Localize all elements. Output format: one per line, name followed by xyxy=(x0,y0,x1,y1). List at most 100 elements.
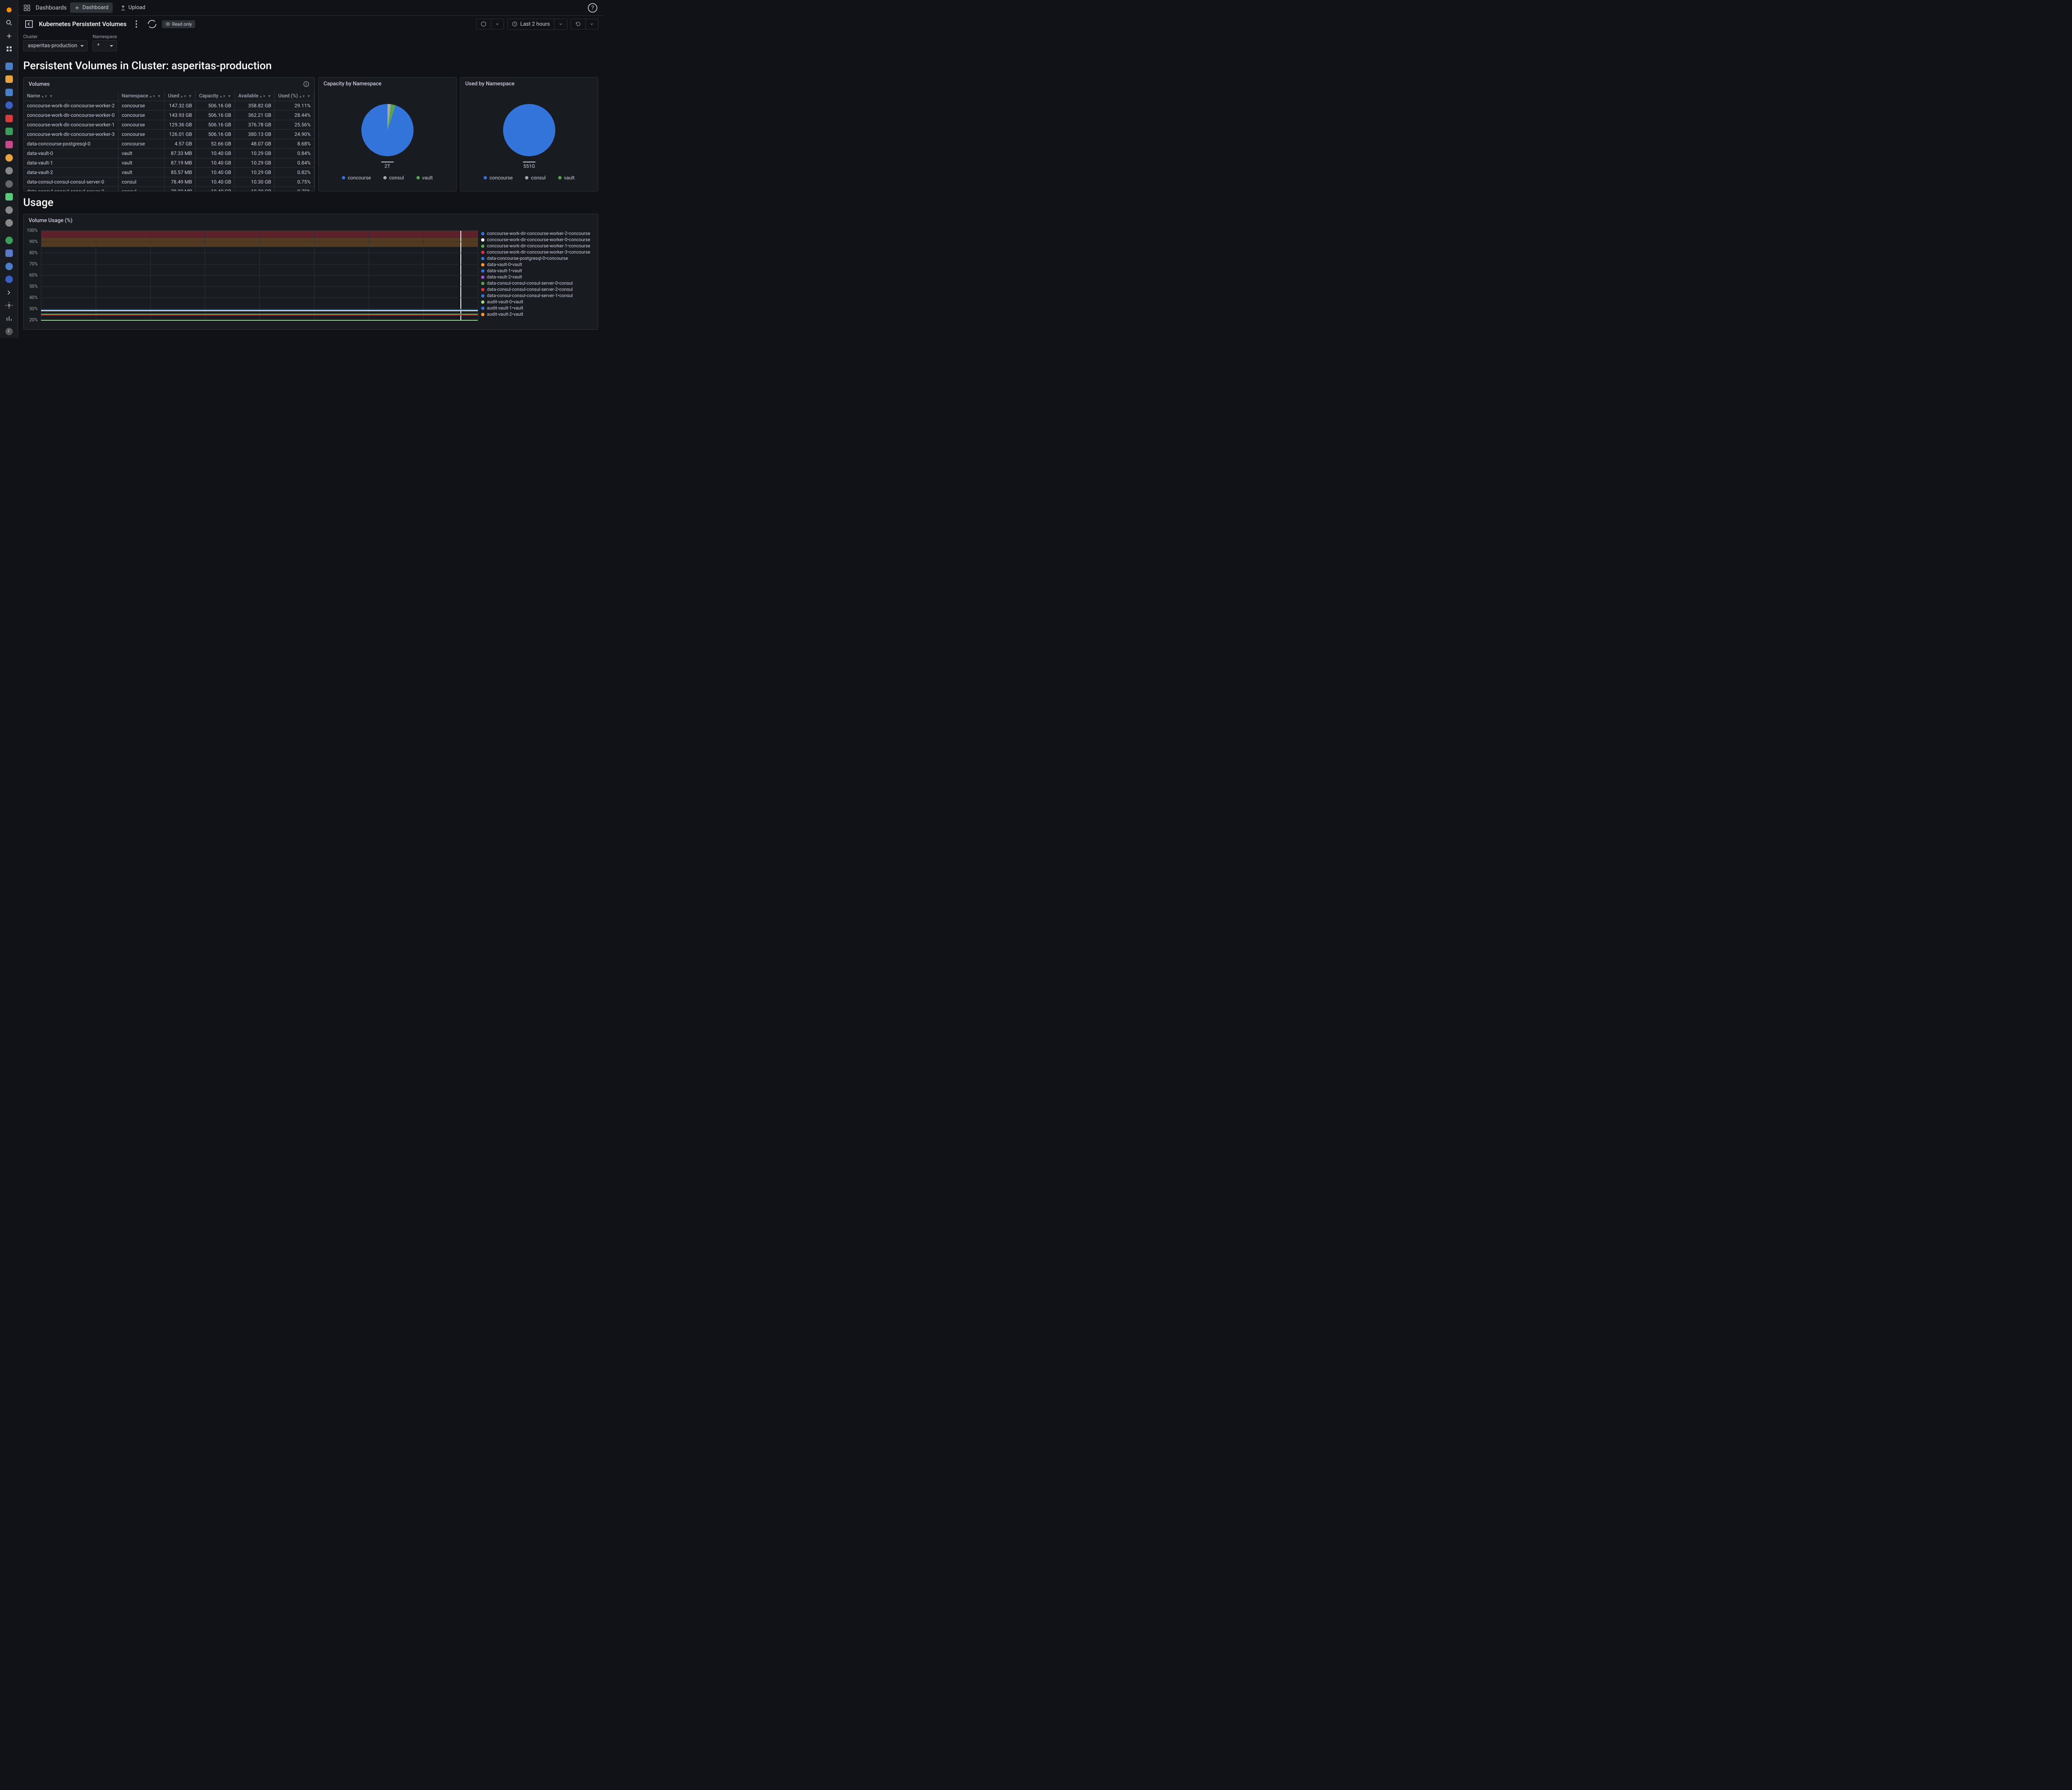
nav-item-10-icon[interactable] xyxy=(3,179,15,189)
chart-series-line xyxy=(41,314,478,315)
help-icon[interactable]: ? xyxy=(587,2,598,14)
nav-item-5-icon[interactable] xyxy=(3,114,15,123)
table-row[interactable]: data-vault-2vault85.57 MB10.40 GB10.29 G… xyxy=(24,168,314,177)
legend-item[interactable]: data-consul-consul-consul-server-1•consu… xyxy=(481,293,595,299)
column-header[interactable]: Used▲▼▼ xyxy=(165,91,196,101)
nav-item-12-icon[interactable] xyxy=(3,205,15,215)
refresh-icon xyxy=(575,21,581,27)
legend-item[interactable]: vault xyxy=(416,175,433,181)
apps-icon[interactable] xyxy=(3,44,15,54)
legend-item[interactable]: concourse-work-dir-concourse-worker-2•co… xyxy=(481,230,595,237)
table-row[interactable]: concourse-work-dir-concourse-worker-0con… xyxy=(24,111,314,120)
table-row[interactable]: data-consul-consul-consul-server-2consul… xyxy=(24,187,314,191)
usage-legend: concourse-work-dir-concourse-worker-2•co… xyxy=(478,227,598,328)
capacity-panel: Capacity by Namespace 2T concourseconsul… xyxy=(318,77,457,191)
eye-icon xyxy=(165,22,170,27)
nav-item-11-icon[interactable] xyxy=(3,192,15,202)
search-icon[interactable] xyxy=(3,18,15,28)
cluster-filter-select[interactable]: asperitas-production xyxy=(23,40,87,51)
plus-icon xyxy=(74,5,80,11)
y-axis-tick: 30% xyxy=(29,306,38,312)
legend-item[interactable]: audit-vault-2•vault xyxy=(481,311,595,317)
nav-item-2-icon[interactable] xyxy=(3,75,15,85)
time-range-picker[interactable]: Last 2 hours xyxy=(507,19,567,30)
plus-icon[interactable] xyxy=(3,31,15,41)
nav-item-6-icon[interactable] xyxy=(3,127,15,137)
nav-item-8-icon[interactable] xyxy=(3,153,15,163)
back-icon[interactable] xyxy=(23,18,35,30)
stats-icon[interactable] xyxy=(3,314,15,324)
legend-item[interactable]: concourse-work-dir-concourse-worker-0•co… xyxy=(481,237,595,243)
usage-chart: 100%90%80%70%60%50%40%30%20% xyxy=(24,227,478,328)
dashboard-grid-icon xyxy=(23,4,31,12)
legend-item[interactable]: audit-vault-0•vault xyxy=(481,299,595,305)
nav-item-15-icon[interactable] xyxy=(3,248,15,258)
topbar: Dashboards Dashboard Upload ? xyxy=(18,0,603,16)
legend-item[interactable]: concourse xyxy=(342,175,371,181)
legend-item[interactable]: data-vault-1•vault xyxy=(481,268,595,274)
legend-item[interactable]: concourse-work-dir-concourse-worker-1•co… xyxy=(481,243,595,249)
used-total: 551G xyxy=(523,162,535,169)
new-dashboard-button[interactable]: Dashboard xyxy=(70,2,113,13)
column-header[interactable]: Available▲▼▼ xyxy=(235,91,275,101)
legend-item[interactable]: vault xyxy=(558,175,575,181)
table-row[interactable]: concourse-work-dir-concourse-worker-3con… xyxy=(24,130,314,139)
legend-item[interactable]: concourse xyxy=(484,175,513,181)
expand-icon[interactable] xyxy=(3,288,15,298)
y-axis-tick: 80% xyxy=(29,250,38,256)
info-icon[interactable] xyxy=(303,81,310,87)
nav-item-14-icon[interactable] xyxy=(3,235,15,245)
nav-item-7-icon[interactable] xyxy=(3,140,15,150)
panel-title: Used by Namespace xyxy=(465,81,515,87)
y-axis-tick: 100% xyxy=(27,228,38,233)
nav-item-13-icon[interactable] xyxy=(3,218,15,228)
table-row[interactable]: concourse-work-dir-concourse-worker-2con… xyxy=(24,101,314,111)
namespace-filter-label: Namespace xyxy=(92,34,117,39)
refresh-control[interactable] xyxy=(571,19,598,29)
namespace-filter-select[interactable]: * xyxy=(92,40,117,51)
legend-item[interactable]: audit-vault-1•vault xyxy=(481,305,595,311)
column-header[interactable]: Namespace▲▼▼ xyxy=(118,91,165,101)
logo-icon[interactable] xyxy=(3,5,15,15)
column-header[interactable]: Name▲▼▼ xyxy=(24,91,118,101)
breadcrumb[interactable]: Dashboards xyxy=(36,5,67,11)
nav-item-4-icon[interactable] xyxy=(3,101,15,111)
panel-title: Volumes xyxy=(29,81,50,87)
legend-item[interactable]: data-concourse-postgresql-0•concourse xyxy=(481,255,595,261)
clock-icon xyxy=(512,21,518,27)
nav-item-3-icon[interactable] xyxy=(3,87,15,97)
legend-item[interactable]: consul xyxy=(525,175,545,181)
legend-item[interactable]: data-consul-consul-consul-server-2•consu… xyxy=(481,286,595,293)
chevron-down-icon xyxy=(559,22,563,26)
chart-series-line xyxy=(41,310,478,311)
nav-item-16-icon[interactable] xyxy=(3,261,15,271)
sidebar: F xyxy=(0,0,18,338)
panel-title: Volume Usage (%) xyxy=(29,218,73,224)
legend-item[interactable]: concourse-work-dir-concourse-worker-3•co… xyxy=(481,249,595,255)
more-icon[interactable] xyxy=(131,18,142,30)
sync-icon[interactable] xyxy=(146,18,158,30)
panel-type-selector[interactable] xyxy=(476,19,504,29)
legend-item[interactable]: data-vault-0•vault xyxy=(481,261,595,268)
volumes-panel: Volumes Name▲▼▼Namespace▲▼▼Used▲▼▼Capaci… xyxy=(23,77,315,191)
column-header[interactable]: Used (%)▲▼▼ xyxy=(275,91,314,101)
cluster-filter-label: Cluster xyxy=(23,34,87,39)
nav-item-9-icon[interactable] xyxy=(3,166,15,176)
avatar-icon[interactable]: F xyxy=(3,327,15,337)
table-row[interactable]: data-vault-0vault87.33 MB10.40 GB10.29 G… xyxy=(24,149,314,158)
nav-item-1-icon[interactable] xyxy=(3,61,15,71)
nav-item-17-icon[interactable] xyxy=(3,274,15,284)
variable-filters: Cluster asperitas-production Namespace * xyxy=(18,32,603,56)
table-row[interactable]: data-concourse-postgresql-0concourse4.57… xyxy=(24,139,314,149)
table-row[interactable]: concourse-work-dir-concourse-worker-1con… xyxy=(24,120,314,130)
upload-button[interactable]: Upload xyxy=(116,2,150,13)
legend-item[interactable]: data-vault-2•vault xyxy=(481,274,595,280)
legend-item[interactable]: data-consul-consul-consul-server-0•consu… xyxy=(481,280,595,286)
column-header[interactable]: Capacity▲▼▼ xyxy=(196,91,235,101)
legend-item[interactable]: consul xyxy=(383,175,404,181)
table-row[interactable]: data-vault-1vault87.19 MB10.40 GB10.29 G… xyxy=(24,158,314,168)
table-row[interactable]: data-consul-consul-consul-server-0consul… xyxy=(24,177,314,187)
used-panel: Used by Namespace 551G concourse consul va… xyxy=(460,77,598,191)
gear-icon[interactable] xyxy=(3,301,15,311)
y-axis-tick: 50% xyxy=(29,284,38,289)
